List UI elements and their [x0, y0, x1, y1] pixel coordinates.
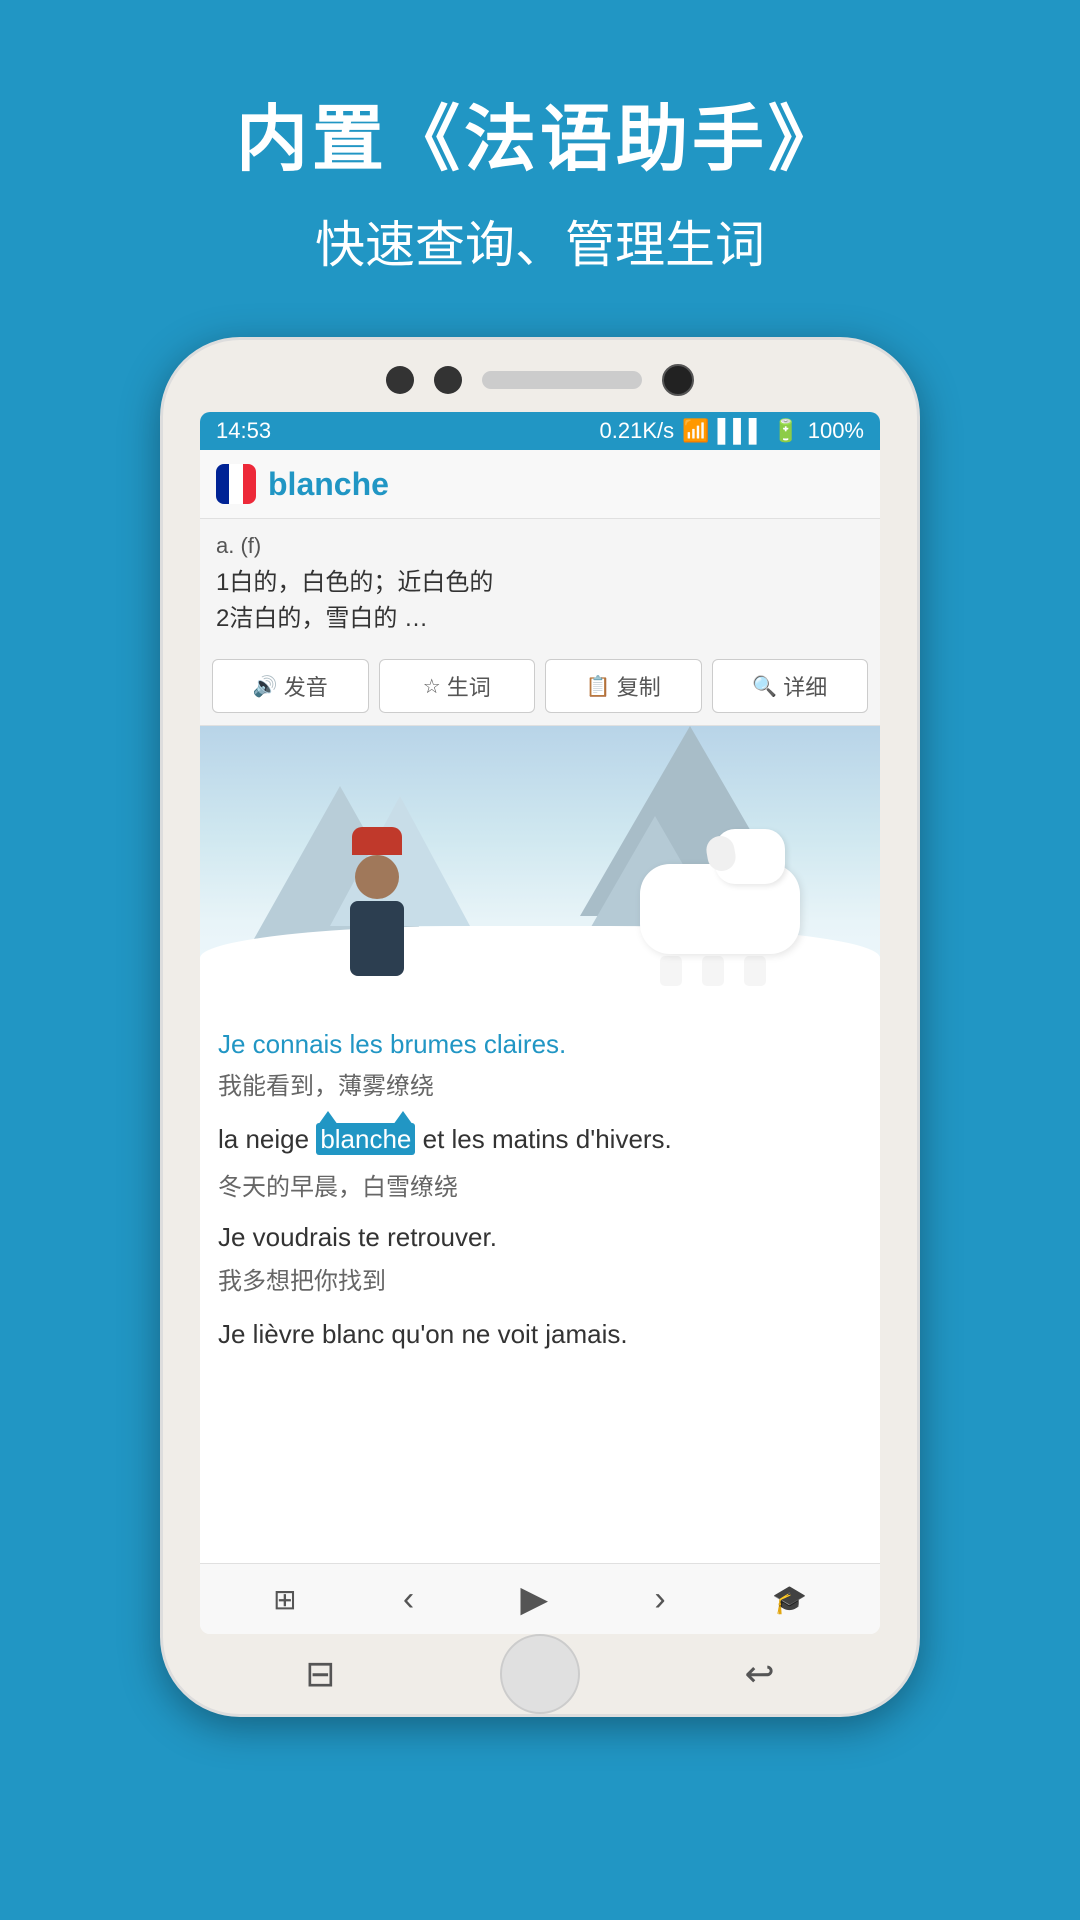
phone-screen: 14:53 0.21K/s 📶 ▌▌▌ 🔋 100% blanche a. (f… — [200, 412, 880, 1634]
snow-scene-container — [200, 726, 880, 1006]
page-subtitle: 快速查询、管理生词 — [236, 205, 844, 277]
wifi-icon: 📶 — [682, 418, 709, 444]
dictionary-content: a. (f) 1白的，白色的；近白色的 2洁白的，雪白的 … — [200, 519, 880, 647]
battery-percent: 100% — [808, 418, 864, 444]
sound-icon: 🔊 — [253, 674, 278, 699]
player-bar: ⊞ ‹ ▶ › 🎓 — [200, 1563, 880, 1634]
copy-icon: 📋 — [586, 674, 611, 699]
page-header: 内置《法语助手》 快速查询、管理生词 — [236, 0, 844, 277]
search-icon: 🔍 — [752, 674, 777, 699]
learn-button[interactable]: 🎓 — [772, 1583, 807, 1616]
signal-icon: ▌▌▌ — [718, 418, 765, 444]
pronounce-button[interactable]: 🔊 发音 — [212, 659, 369, 713]
prev-button[interactable]: ‹ — [403, 1580, 414, 1619]
definition-text: 1白的，白色的；近白色的 2洁白的，雪白的 … — [216, 565, 864, 637]
speaker-grille — [482, 371, 642, 389]
highlighted-word: blanche — [316, 1123, 415, 1155]
detail-button[interactable]: 🔍 详细 — [712, 659, 869, 713]
home-button[interactable] — [500, 1634, 580, 1714]
sentences-area: Je connais les brumes claires. 我能看到，薄雾缭绕… — [200, 1006, 880, 1563]
status-time: 14:53 — [216, 418, 271, 444]
phone-shell: 14:53 0.21K/s 📶 ▌▌▌ 🔋 100% blanche a. (f… — [160, 337, 920, 1717]
status-bar: 14:53 0.21K/s 📶 ▌▌▌ 🔋 100% — [200, 412, 880, 450]
recents-button[interactable]: ⊟ — [305, 1653, 335, 1695]
child-figure — [350, 827, 404, 976]
app-header: blanche — [200, 450, 880, 519]
vocab-label: 生词 — [447, 670, 491, 702]
pronounce-label: 发音 — [284, 670, 328, 702]
sentence-2-zh: 冬天的早晨，白雪缭绕 — [218, 1167, 862, 1202]
star-icon: ☆ — [423, 674, 441, 699]
copy-label: 复制 — [617, 670, 661, 702]
page-title: 内置《法语助手》 — [236, 80, 844, 185]
sentence-1-fr: Je connais les brumes claires. — [218, 1026, 862, 1062]
camera-left-icon — [386, 366, 414, 394]
play-button[interactable]: ▶ — [520, 1578, 548, 1620]
snow-scene-image — [200, 726, 880, 1006]
vocab-button[interactable]: ☆ 生词 — [379, 659, 536, 713]
sentence-2-fr: la neige blanche et les matins d'hivers. — [218, 1120, 862, 1159]
battery-icon: 🔋 — [772, 418, 799, 444]
search-word: blanche — [268, 466, 389, 503]
phone-top-bar — [163, 340, 917, 412]
camera-left2-icon — [434, 366, 462, 394]
sentence-3-zh: 我多想把你找到 — [218, 1265, 862, 1299]
sentence-3-fr: Je voudrais te retrouver. — [218, 1218, 862, 1257]
status-speed: 0.21K/s — [600, 418, 675, 444]
camera-front-icon — [662, 364, 694, 396]
action-buttons-bar: 🔊 发音 ☆ 生词 📋 复制 🔍 详细 — [200, 647, 880, 726]
part-of-speech: a. (f) — [216, 533, 864, 559]
detail-label: 详细 — [783, 670, 827, 702]
sentence-4-fr: Je lièvre blanc qu'on ne voit jamais. — [218, 1315, 862, 1354]
equalizer-button[interactable]: ⊞ — [273, 1583, 296, 1616]
status-right: 0.21K/s 📶 ▌▌▌ 🔋 100% — [600, 418, 864, 444]
back-button[interactable]: ↩ — [745, 1653, 775, 1695]
phone-bottom-nav: ⊟ ↩ — [163, 1634, 917, 1714]
copy-button[interactable]: 📋 复制 — [545, 659, 702, 713]
sentence-1-zh: 我能看到，薄雾缭绕 — [218, 1070, 862, 1104]
next-button[interactable]: › — [654, 1580, 665, 1619]
french-flag-icon — [216, 464, 256, 504]
dog-figure — [640, 864, 800, 986]
